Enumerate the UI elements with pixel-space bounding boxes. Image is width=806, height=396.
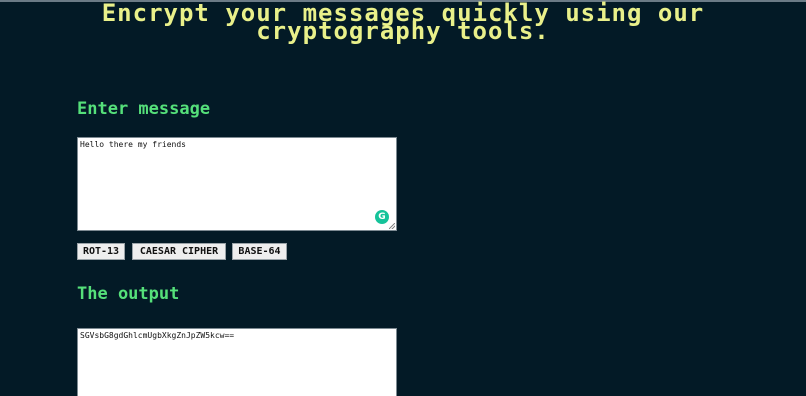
output-text: SGVsbG8gdGhlcmUgbXkgZnJpZW5kcw== (80, 331, 235, 340)
message-input-text: Hello there my friends (80, 140, 186, 149)
output-heading: The output (77, 284, 180, 304)
grammarly-icon[interactable]: G (375, 210, 389, 224)
caesar-cipher-button[interactable]: CAESAR CIPHER (132, 243, 226, 260)
rot13-button[interactable]: ROT-13 (77, 243, 125, 260)
output-box[interactable]: SGVsbG8gdGhlcmUgbXkgZnJpZW5kcw== (77, 328, 397, 396)
base64-button[interactable]: BASE-64 (232, 243, 287, 260)
enter-message-heading: Enter message (77, 99, 211, 119)
message-input[interactable]: Hello there my friends G (77, 137, 397, 231)
resize-handle-icon[interactable] (389, 223, 395, 229)
page-headline: Encrypt your messages quickly using our … (0, 1, 806, 43)
